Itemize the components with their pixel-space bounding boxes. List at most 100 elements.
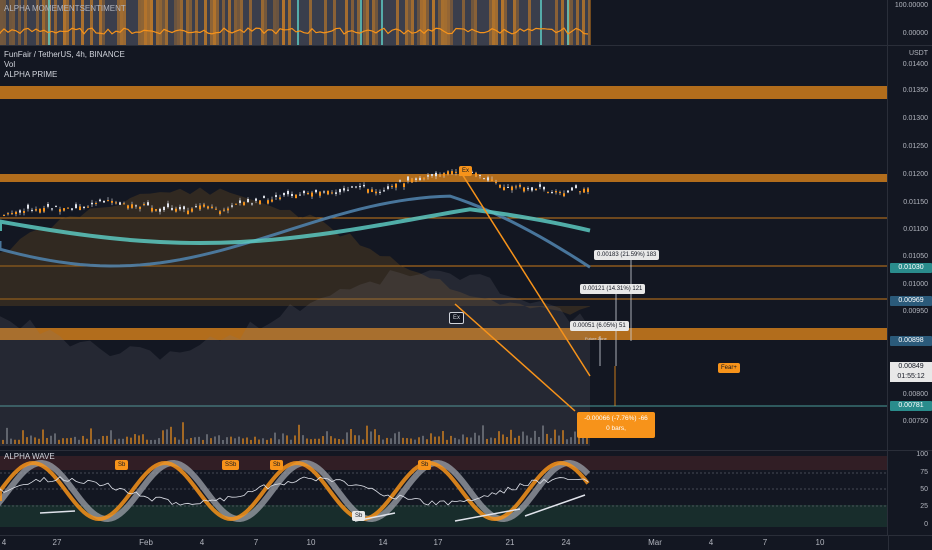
wave-signal-label: Sb	[418, 460, 432, 470]
candle-body	[263, 196, 265, 198]
price-tag-bottom: 0.00781	[890, 401, 932, 411]
sentiment-pane[interactable]: ALPHA MOMEMENTSENTIMENT 100.00000 0.0000…	[0, 0, 932, 45]
volume-bar	[14, 439, 16, 444]
volume-bar	[546, 433, 548, 444]
volume-bar	[182, 422, 184, 444]
candle-body	[307, 192, 309, 195]
volume-bar	[402, 437, 404, 444]
candle-body	[27, 204, 29, 209]
time-axis[interactable]: 4 27 Feb 4 7 10 14 17 21 24 Mar 4 7 10	[0, 535, 888, 550]
volume-bar	[330, 436, 332, 444]
candle-body	[547, 191, 549, 193]
sentiment-bar	[417, 0, 420, 45]
price-tag-lower: 0.00898	[890, 336, 932, 346]
volume-bar	[166, 429, 168, 444]
sentiment-bar	[561, 0, 564, 45]
candle-body	[7, 213, 9, 215]
volume-bar	[190, 437, 192, 444]
candle-body	[519, 184, 521, 187]
volume-bar	[398, 431, 400, 444]
candle-body	[183, 206, 185, 210]
volume-bar	[510, 429, 512, 444]
alpha-wave-plot[interactable]	[0, 451, 888, 535]
candle-body	[515, 186, 517, 188]
alpha-wave-scale[interactable]: 100 75 50 25 0	[887, 451, 932, 535]
candle-body	[59, 209, 61, 212]
candle-body	[195, 206, 197, 208]
sentiment-plot[interactable]	[0, 0, 888, 45]
candle-body	[283, 192, 285, 196]
volume-bar	[554, 429, 556, 444]
volume-bar	[162, 430, 164, 444]
volume-bar	[370, 431, 372, 444]
symbol-title[interactable]: FunFair / TetherUS, 4h, BINANCE	[4, 50, 125, 60]
volume-bar	[118, 438, 120, 444]
wave-tick: 75	[920, 469, 928, 476]
sentiment-bar	[333, 0, 336, 45]
candle-body	[355, 186, 357, 188]
sentiment-bar	[222, 0, 225, 45]
candle-body	[239, 200, 241, 203]
candle-body	[431, 174, 433, 176]
sentiment-bar	[0, 0, 3, 45]
sentiment-bar	[438, 0, 441, 45]
volume-bar	[346, 432, 348, 444]
volume-bar	[66, 438, 68, 444]
wave-tick: 50	[920, 486, 928, 493]
candle-body	[423, 177, 425, 179]
candle-body	[331, 192, 333, 194]
volume-bar	[62, 438, 64, 444]
volume-bar	[154, 439, 156, 444]
candle-body	[235, 203, 237, 205]
volume-bar	[390, 438, 392, 444]
sentiment-bar	[324, 0, 327, 45]
volume-bar	[202, 439, 204, 444]
volume-bar	[106, 435, 108, 444]
volume-bar	[354, 435, 356, 444]
sentiment-bar	[516, 0, 519, 45]
candle-body	[171, 208, 173, 210]
time-label: 24	[561, 538, 571, 547]
volume-indicator-title[interactable]: Vol	[4, 60, 15, 70]
alpha-wave-title[interactable]: ALPHA WAVE	[4, 452, 55, 462]
volume-bar	[26, 437, 28, 444]
main-plot[interactable]	[0, 46, 888, 450]
candle-body	[111, 200, 113, 203]
main-pane[interactable]: FunFair / TetherUS, 4h, BINANCE Vol ALPH…	[0, 46, 932, 450]
volume-bar	[194, 437, 196, 444]
main-price-scale[interactable]: USDT 0.01400 0.01350 0.01300 0.01250 0.0…	[887, 46, 932, 450]
alpha-wave-pane[interactable]: ALPHA WAVE Sb SSb Sb Sb Sb 100 75 50 25 …	[0, 451, 932, 535]
volume-bar	[30, 435, 32, 444]
fear-label: Fear+	[718, 363, 740, 373]
candle-body	[399, 180, 401, 182]
volume-bar	[214, 436, 216, 444]
sentiment-bar	[159, 0, 162, 45]
volume-bar	[278, 439, 280, 444]
volume-bar	[134, 434, 136, 444]
sentiment-bar	[495, 0, 498, 45]
sentiment-bar	[588, 0, 591, 45]
volume-bar	[562, 430, 564, 444]
candle-body	[511, 186, 513, 191]
alpha-prime-indicator-title[interactable]: ALPHA PRIME	[4, 70, 57, 80]
volume-bar	[362, 439, 364, 444]
sentiment-bar	[372, 0, 375, 45]
candle-body	[279, 197, 281, 200]
candle-body	[127, 205, 129, 209]
price-tick: 0.01400	[902, 61, 928, 68]
sentiment-bar	[555, 0, 558, 45]
sentiment-bar	[144, 0, 147, 45]
candle-body	[559, 192, 561, 194]
volume-bar	[274, 432, 276, 444]
sentiment-bar	[345, 0, 348, 45]
time-label: 27	[52, 538, 62, 547]
candle-body	[319, 191, 321, 196]
sentiment-bar	[210, 0, 213, 45]
sentiment-bar	[138, 0, 141, 45]
candle-body	[427, 175, 429, 177]
measure-label-21: 0.00183 (21.59%) 183	[594, 250, 660, 260]
sentiment-bar	[273, 0, 276, 45]
sentiment-tick: 100.00000	[894, 2, 928, 9]
sentiment-price-scale[interactable]: 100.00000 0.00000	[887, 0, 932, 45]
candle-body	[87, 206, 89, 208]
